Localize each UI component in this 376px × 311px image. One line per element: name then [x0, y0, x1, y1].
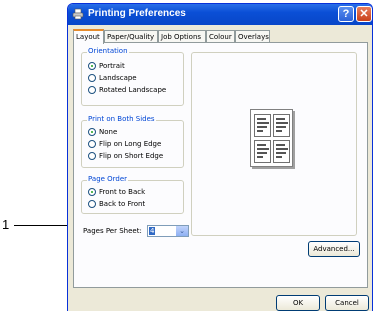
- mini-page-icon: [254, 140, 271, 163]
- orientation-landscape-option[interactable]: Landscape: [88, 73, 137, 83]
- duplex-none-label: None: [99, 128, 118, 136]
- radio-button-selected[interactable]: [88, 62, 96, 70]
- printer-icon: [72, 8, 84, 20]
- radio-button-selected[interactable]: [88, 128, 96, 136]
- layout-preview: [191, 52, 357, 236]
- callout-line: [14, 225, 72, 226]
- duplex-short-edge-label: Flip on Short Edge: [99, 152, 164, 160]
- title-bar: Printing Preferences ? ✕: [68, 4, 372, 25]
- ok-button[interactable]: OK: [276, 295, 320, 311]
- help-icon: ?: [342, 8, 350, 20]
- page-order-front-to-back-label: Front to Back: [99, 188, 146, 196]
- duplex-long-edge-label: Flip on Long Edge: [99, 140, 162, 148]
- orientation-rotated-landscape-option[interactable]: Rotated Landscape: [88, 85, 166, 95]
- print-both-sides-group-title: Print on Both Sides: [87, 115, 156, 123]
- page-order-front-to-back-option[interactable]: Front to Back: [88, 187, 145, 197]
- chevron-down-icon[interactable]: ⌄: [176, 226, 188, 236]
- radio-button-selected[interactable]: [88, 188, 96, 196]
- duplex-none-option[interactable]: None: [88, 127, 117, 137]
- pages-per-sheet-label: Pages Per Sheet:: [83, 227, 142, 235]
- orientation-group: Orientation Portrait Landscape Rotated L…: [81, 47, 184, 106]
- page-order-group: Page Order Front to Back Back to Front: [81, 175, 184, 214]
- tab-job-options[interactable]: Job Options: [158, 30, 206, 42]
- radio-button[interactable]: [88, 86, 96, 94]
- radio-button[interactable]: [88, 140, 96, 148]
- orientation-portrait-label: Portrait: [99, 62, 125, 70]
- page-order-back-to-front-option[interactable]: Back to Front: [88, 199, 145, 209]
- duplex-short-edge-option[interactable]: Flip on Short Edge: [88, 151, 163, 161]
- help-button[interactable]: ?: [338, 6, 354, 22]
- tab-overlays[interactable]: Overlays: [235, 30, 270, 42]
- pages-per-sheet-value: 4: [149, 227, 156, 235]
- print-both-sides-group: Print on Both Sides None Flip on Long Ed…: [81, 115, 184, 168]
- close-button[interactable]: ✕: [356, 6, 372, 22]
- layout-tab-panel: Orientation Portrait Landscape Rotated L…: [73, 42, 368, 288]
- cancel-button[interactable]: Cancel: [325, 295, 369, 311]
- printing-preferences-dialog: Printing Preferences ? ✕ Layout Paper/Qu…: [67, 3, 373, 311]
- page-order-group-title: Page Order: [87, 175, 129, 183]
- page-order-back-to-front-label: Back to Front: [99, 200, 146, 208]
- mini-page-icon: [273, 114, 290, 137]
- orientation-landscape-label: Landscape: [99, 74, 137, 82]
- radio-button[interactable]: [88, 74, 96, 82]
- mini-page-icon: [254, 114, 271, 137]
- window-title: Printing Preferences: [88, 8, 186, 19]
- tab-paper-quality[interactable]: Paper/Quality: [104, 30, 158, 42]
- advanced-button[interactable]: Advanced...: [308, 241, 360, 257]
- tab-layout[interactable]: Layout: [73, 29, 104, 44]
- page-preview-icon: [250, 109, 293, 167]
- orientation-rotated-landscape-label: Rotated Landscape: [99, 86, 167, 94]
- mini-page-icon: [273, 140, 290, 163]
- duplex-long-edge-option[interactable]: Flip on Long Edge: [88, 139, 161, 149]
- radio-button[interactable]: [88, 200, 96, 208]
- tab-colour[interactable]: Colour: [206, 30, 235, 42]
- callout-number: 1: [2, 217, 10, 232]
- orientation-portrait-option[interactable]: Portrait: [88, 61, 125, 71]
- pages-per-sheet-dropdown[interactable]: 4 ⌄: [147, 225, 189, 237]
- orientation-group-title: Orientation: [87, 47, 129, 55]
- radio-button[interactable]: [88, 152, 96, 160]
- close-icon: ✕: [359, 8, 369, 20]
